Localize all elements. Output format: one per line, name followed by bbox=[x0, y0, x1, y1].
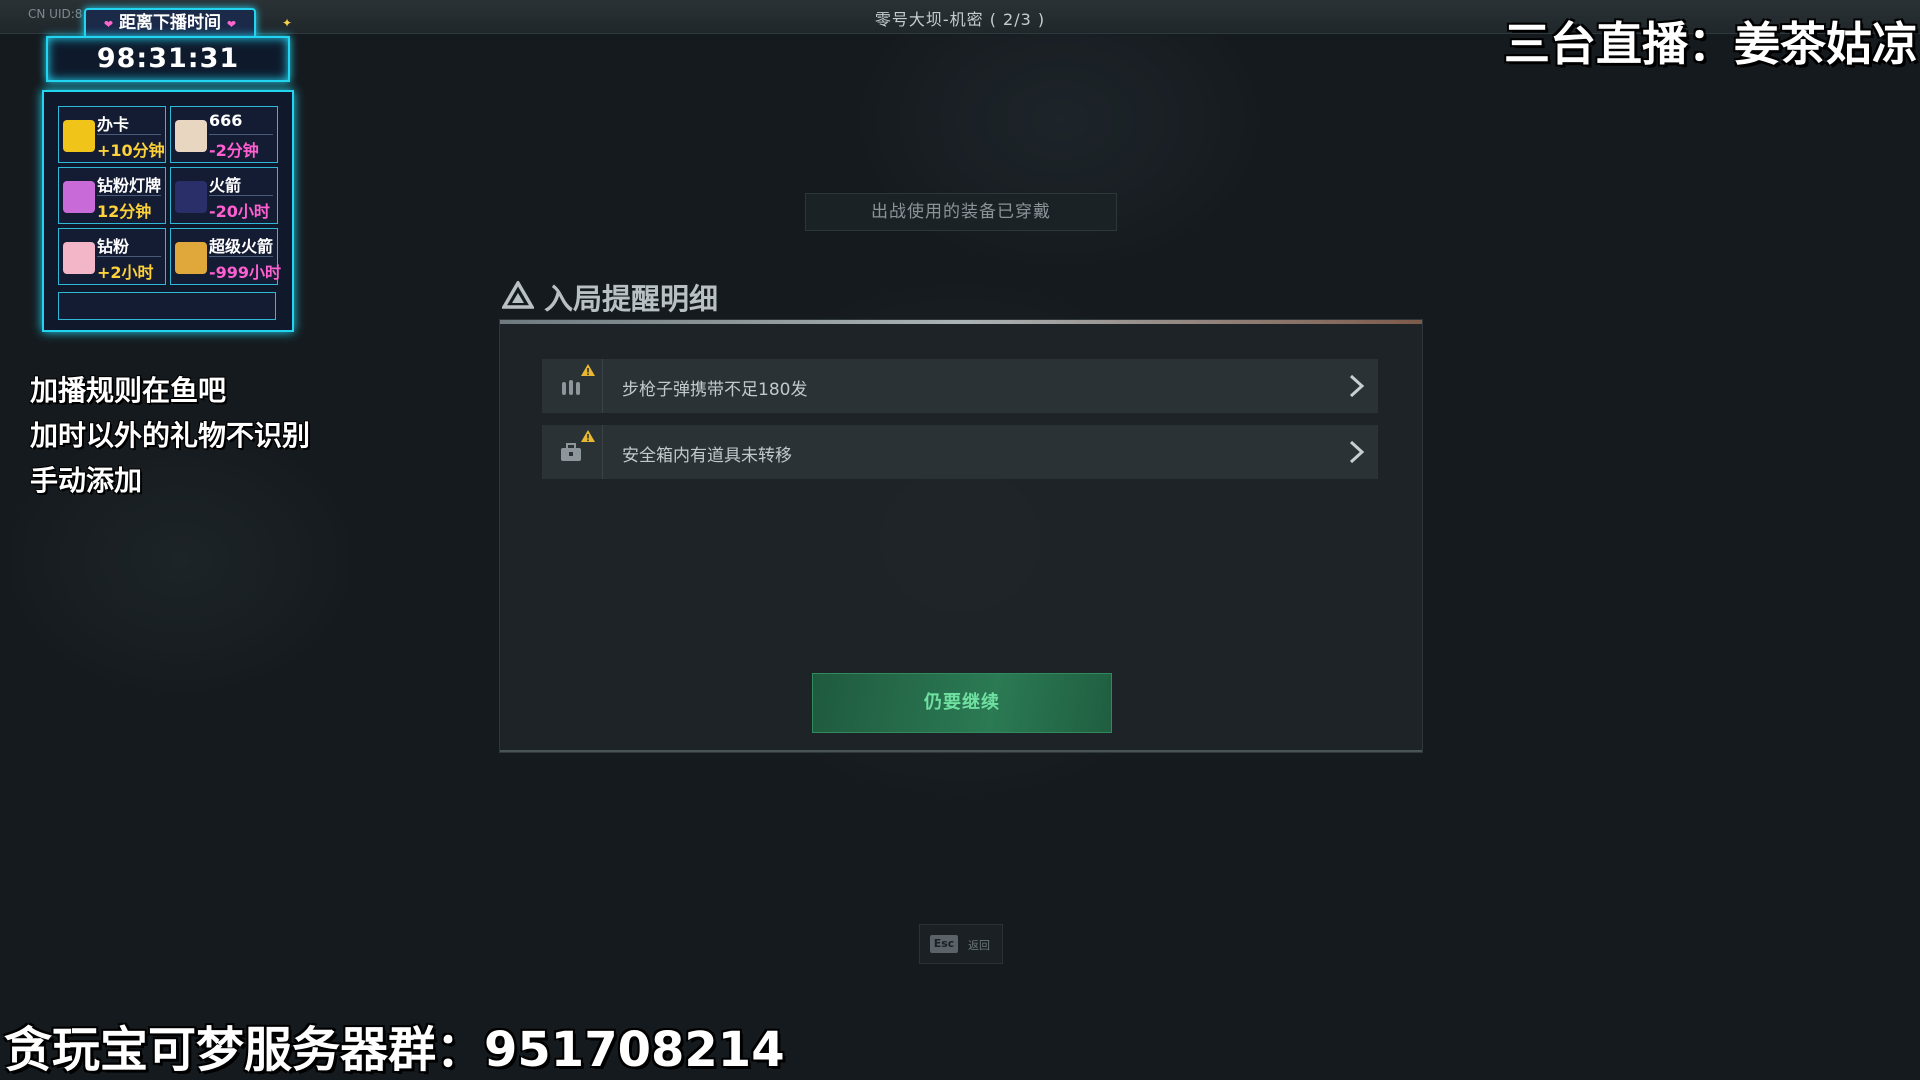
entry-reminder-dialog: 步枪子弹携带不足180发 安全箱内有道具未转移 仍要继续 bbox=[499, 319, 1423, 753]
server-group-banner: 贪玩宝可梦服务器群：951708214 bbox=[4, 1022, 785, 1078]
gift-divider bbox=[97, 256, 161, 257]
gift-divider bbox=[97, 195, 161, 196]
reminder-text: 步枪子弹携带不足180发 bbox=[622, 380, 808, 400]
heart-icon: ❤ bbox=[103, 18, 114, 31]
gift-time-effect: +2小时 bbox=[97, 263, 154, 282]
rule-line: 加播规则在鱼吧 bbox=[30, 374, 227, 407]
gift-divider bbox=[209, 195, 273, 196]
gift-divider bbox=[209, 256, 273, 257]
gift-card: 钻粉灯牌 12分钟 bbox=[58, 167, 166, 224]
gift-grid: 办卡 +10分钟 666 -2分钟钻粉灯牌 12分钟 火箭 -20小时钻粉 +2小时 超级火箭 -… bbox=[58, 106, 282, 285]
gift-thumbnail-icon bbox=[63, 181, 95, 213]
gift-time-effect: 12分钟 bbox=[97, 202, 152, 221]
gift-card: 666 -2分钟 bbox=[170, 106, 278, 163]
timer-header: ❤ 距离下播时间 ❤ bbox=[84, 8, 256, 38]
gift-name: 办卡 bbox=[97, 115, 130, 134]
sparkle-icon: ✦ bbox=[281, 16, 292, 30]
gift-thumbnail-icon bbox=[63, 242, 95, 274]
stream-rules: 加播规则在鱼吧 加时以外的礼物不识别 手动添加 bbox=[30, 368, 310, 503]
row-icon-cell bbox=[542, 425, 603, 479]
chevron-right-icon bbox=[1349, 440, 1365, 464]
esc-label: 返回 bbox=[968, 939, 990, 952]
gift-thumbnail-icon bbox=[175, 242, 207, 274]
row-icon-cell bbox=[542, 359, 603, 413]
timer-title: 距离下播时间 bbox=[119, 13, 221, 33]
warning-triangle-icon bbox=[502, 281, 534, 309]
heart-icon: ❤ bbox=[226, 18, 237, 31]
gift-divider bbox=[97, 134, 161, 135]
esc-key-icon: Esc bbox=[930, 935, 958, 953]
gift-name: 钻粉灯牌 bbox=[97, 176, 162, 195]
reminder-row-ammo[interactable]: 步枪子弹携带不足180发 bbox=[542, 359, 1378, 413]
streamer-tag: 三台直播：姜茶姑凉 bbox=[1504, 17, 1918, 71]
continue-anyway-button[interactable]: 仍要继续 bbox=[812, 673, 1112, 733]
gift-thumbnail-icon bbox=[63, 120, 95, 152]
gift-card: 办卡 +10分钟 bbox=[58, 106, 166, 163]
countdown-time: 98:31:31 bbox=[96, 43, 240, 74]
stream-timer-widget: ❤ 距离下播时间 ❤ ✦ 98:31:31 办卡 +10分钟 666 -2分钟钻粉灯牌… bbox=[40, 2, 296, 332]
warning-icon bbox=[581, 430, 595, 442]
dialog-bottom-border bbox=[500, 750, 1422, 752]
gift-name: 超级火箭 bbox=[209, 237, 274, 256]
gift-name: 钻粉 bbox=[97, 237, 130, 256]
gift-time-effect: -999小时 bbox=[209, 263, 282, 282]
gift-divider bbox=[209, 134, 273, 135]
gift-card: 超级火箭 -999小时 bbox=[170, 228, 282, 285]
safe-box-icon bbox=[561, 443, 581, 461]
esc-back-button[interactable]: Esc 返回 bbox=[919, 924, 1003, 964]
reminder-row-safe-box[interactable]: 安全箱内有道具未转移 bbox=[542, 425, 1378, 479]
gift-name: 火箭 bbox=[209, 176, 242, 195]
countdown-display: 98:31:31 bbox=[46, 36, 290, 82]
gift-thumbnail-icon bbox=[175, 181, 207, 213]
reminder-text: 安全箱内有道具未转移 bbox=[622, 446, 792, 466]
chevron-right-icon bbox=[1349, 374, 1365, 398]
warning-icon bbox=[581, 364, 595, 376]
equipped-notice: 出战使用的装备已穿戴 bbox=[805, 193, 1117, 231]
gift-thumbnail-icon bbox=[175, 120, 207, 152]
gift-rules-panel: 办卡 +10分钟 666 -2分钟钻粉灯牌 12分钟 火箭 -20小时钻粉 +2小时 超级火箭 -… bbox=[42, 90, 294, 332]
ammo-icon bbox=[562, 380, 580, 395]
dialog-top-border bbox=[500, 320, 1422, 324]
gift-card: 火箭 -20小时 bbox=[170, 167, 278, 224]
rule-line: 加时以外的礼物不识别 bbox=[30, 419, 311, 452]
gift-time-effect: +10分钟 bbox=[97, 141, 165, 160]
rule-line: 手动添加 bbox=[30, 464, 143, 497]
gift-name: 666 bbox=[209, 111, 243, 130]
gift-empty-slot bbox=[58, 292, 276, 320]
dialog-title: 入局提醒明细 bbox=[544, 282, 719, 316]
gift-card: 钻粉 +2小时 bbox=[58, 228, 166, 285]
gift-time-effect: -2分钟 bbox=[209, 141, 259, 160]
gift-time-effect: -20小时 bbox=[209, 202, 270, 221]
